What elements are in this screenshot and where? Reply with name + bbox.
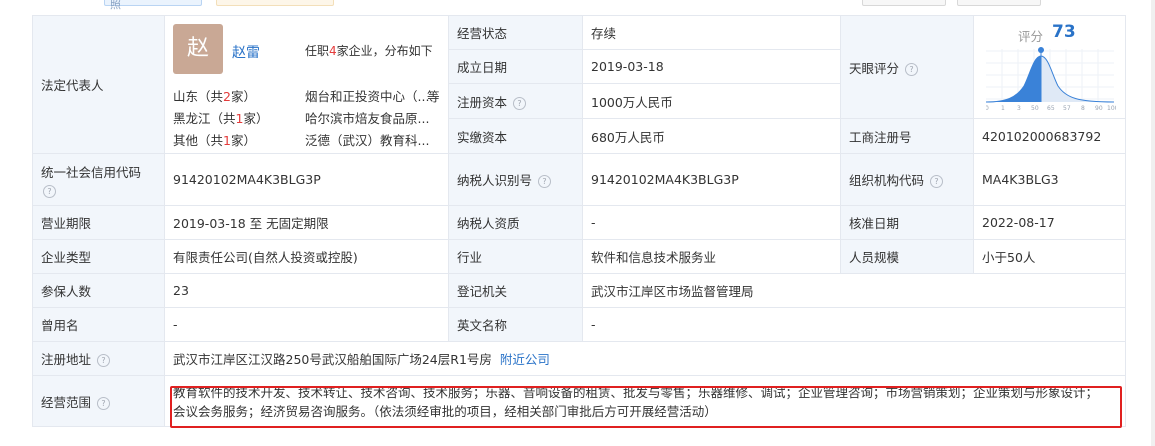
legal-rep-name-link[interactable]: 赵雷 — [232, 42, 260, 62]
biz-reg-no-value: 420102000683792 — [973, 118, 1126, 154]
axis-tick: 57 — [1063, 105, 1071, 112]
reg-authority-label: 登记机关 — [448, 273, 583, 308]
former-name-label: 曾用名 — [32, 307, 165, 342]
region-company-link[interactable]: 烟台和正投资中心（... — [305, 86, 429, 105]
english-name-label: 英文名称 — [448, 307, 583, 342]
insured-label: 参保人数 — [32, 273, 165, 308]
reg-capital-value: 1000万人民币 — [582, 83, 841, 119]
region-company-link[interactable]: 哈尔滨市焙友食品原... — [305, 108, 429, 127]
paid-capital-value: 680万人民币 — [582, 118, 841, 154]
axis-tick: 50 — [1031, 105, 1039, 112]
score-marker — [1038, 47, 1044, 53]
help-icon[interactable]: ? — [97, 354, 111, 367]
company-type-value: 有限责任公司(自然人投资或控股) — [164, 239, 449, 274]
taxpayer-id-label: 纳税人识别号? — [448, 153, 583, 206]
axis-tick: 90 — [1095, 105, 1103, 112]
industry-value: 软件和信息技术服务业 — [582, 239, 841, 274]
approval-date-value: 2022-08-17 — [973, 205, 1126, 240]
score-caption: 评分 — [1018, 29, 1044, 44]
established-label: 成立日期 — [448, 49, 583, 84]
industry-label: 行业 — [448, 239, 583, 274]
taxpayer-id-value: 91420102MA4K3BLG3P — [582, 153, 841, 206]
insured-value: 23 — [164, 273, 449, 308]
region-item[interactable]: 其他（共1家） — [173, 130, 256, 149]
score-value: 73 — [1052, 22, 1076, 42]
org-code-value: MA4K3BLG3 — [973, 153, 1126, 206]
axis-tick: 100 — [1107, 105, 1116, 112]
credit-code-label: 统一社会信用代码? — [32, 153, 165, 206]
taxpayer-qual-label: 纳税人资质 — [448, 205, 583, 240]
former-name-value: - — [164, 307, 449, 342]
paid-capital-label: 实缴资本 — [448, 118, 583, 154]
axis-tick: 3 — [1017, 105, 1021, 112]
region-item[interactable]: 黑龙江（共1家） — [173, 108, 268, 127]
legal-rep-cell: 赵 赵雷 任职4家企业，分布如下 山东（共2家） 烟台和正投资中心（... 等 … — [164, 15, 449, 154]
company-type-label: 企业类型 — [32, 239, 165, 274]
address-value: 武汉市江岸区江汉路250号武汉船舶国际广场24层R1号房 附近公司 — [164, 341, 1126, 376]
term-label: 营业期限 — [32, 205, 165, 240]
help-icon[interactable]: ? — [513, 96, 527, 110]
legal-rep-label: 法定代表人 — [32, 15, 165, 154]
tianyan-score-cell[interactable]: 评分 73 0 1 3 50 65 57 8 90 10 — [973, 15, 1126, 119]
axis-tick: 8 — [1081, 105, 1085, 112]
term-value: 2019-03-18 至 无固定期限 — [164, 205, 449, 240]
english-name-value: - — [582, 307, 1126, 342]
biz-reg-no-label: 工商注册号 — [840, 118, 974, 154]
score-distribution-chart: 0 1 3 50 65 57 8 90 100 — [986, 47, 1116, 112]
taxpayer-qual-value: - — [582, 205, 841, 240]
help-icon[interactable]: ? — [43, 184, 56, 198]
region-company-link[interactable]: 泛德（武汉）教育科... — [305, 130, 429, 149]
reg-authority-value: 武汉市江岸区市场监督管理局 — [582, 273, 1126, 308]
address-label: 注册地址? — [32, 341, 165, 376]
axis-tick: 65 — [1047, 105, 1055, 112]
photo-label-fragment: 照 — [110, 0, 121, 11]
org-code-label: 组织机构代码? — [840, 153, 974, 206]
approval-date-label: 核准日期 — [840, 205, 974, 240]
established-value: 2019-03-18 — [582, 49, 841, 84]
help-icon[interactable]: ? — [930, 175, 944, 188]
status-value: 存续 — [582, 15, 841, 50]
staff-size-value: 小于50人 — [973, 239, 1126, 274]
nearby-companies-link[interactable]: 附近公司 — [500, 352, 550, 367]
help-icon[interactable]: ? — [97, 396, 111, 410]
scope-label: 经营范围? — [32, 375, 165, 427]
region-more: 等 — [427, 89, 440, 104]
top-tab-button-2[interactable] — [216, 0, 334, 6]
top-action-button-1[interactable] — [862, 0, 946, 6]
help-icon[interactable]: ? — [538, 175, 552, 188]
top-action-button-2[interactable] — [957, 0, 1041, 6]
credit-code-value: 91420102MA4K3BLG3P — [164, 153, 449, 206]
scope-highlight-box — [170, 386, 1122, 428]
scrollbar-track[interactable] — [1151, 0, 1155, 446]
role-summary: 任职4家企业，分布如下 — [305, 44, 433, 58]
axis-tick: 1 — [1001, 105, 1005, 112]
avatar[interactable]: 赵 — [173, 24, 223, 74]
axis-tick: 0 — [986, 105, 989, 112]
reg-capital-label: 注册资本? — [448, 83, 583, 119]
company-info-table: 法定代表人 赵 赵雷 任职4家企业，分布如下 山东（共2家） 烟台和正投资中心（… — [32, 15, 1126, 427]
help-icon[interactable]: ? — [905, 62, 919, 76]
staff-size-label: 人员规模 — [840, 239, 974, 274]
tianyan-score-label: 天眼评分? — [840, 15, 974, 119]
region-item[interactable]: 山东（共2家） — [173, 86, 256, 105]
status-label: 经营状态 — [448, 15, 583, 50]
